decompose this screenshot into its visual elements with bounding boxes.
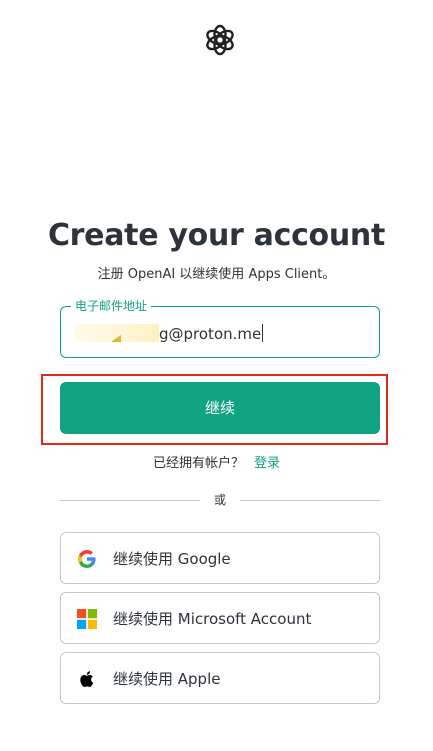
- page-subtitle: 注册 OpenAI 以继续使用 Apps Client。: [97, 267, 336, 282]
- login-link[interactable]: 登录: [254, 456, 280, 471]
- email-field[interactable]: 电子邮件地址 g@proton.me: [60, 298, 380, 358]
- redacted-text: [75, 324, 159, 342]
- microsoft-signin-button[interactable]: 继续使用 Microsoft Account: [60, 592, 380, 644]
- email-input[interactable]: g@proton.me: [75, 323, 365, 345]
- apple-signin-label: 继续使用 Apple: [113, 670, 221, 688]
- login-prompt: 已经拥有帐户？ 登录: [0, 452, 433, 471]
- divider-line-right: [240, 500, 380, 501]
- email-value: g@proton.me: [159, 325, 262, 343]
- signup-page: Create your account 注册 OpenAI 以继续使用 Apps…: [0, 0, 433, 751]
- openai-logo-icon: [202, 22, 238, 58]
- google-signin-label: 继续使用 Google: [113, 550, 231, 568]
- microsoft-signin-label: 继续使用 Microsoft Account: [113, 610, 312, 628]
- apple-icon: [77, 669, 97, 689]
- text-caret: [262, 324, 264, 342]
- continue-button[interactable]: 继续: [60, 382, 380, 434]
- apple-signin-button[interactable]: 继续使用 Apple: [60, 652, 380, 704]
- google-icon: [77, 549, 97, 569]
- or-divider: 或: [60, 492, 380, 508]
- page-title: Create your account: [47, 218, 386, 253]
- microsoft-icon: [77, 609, 97, 629]
- email-field-label: 电子邮件地址: [71, 298, 152, 314]
- google-signin-button[interactable]: 继续使用 Google: [60, 532, 380, 584]
- login-prompt-text: 已经拥有帐户？: [152, 456, 244, 471]
